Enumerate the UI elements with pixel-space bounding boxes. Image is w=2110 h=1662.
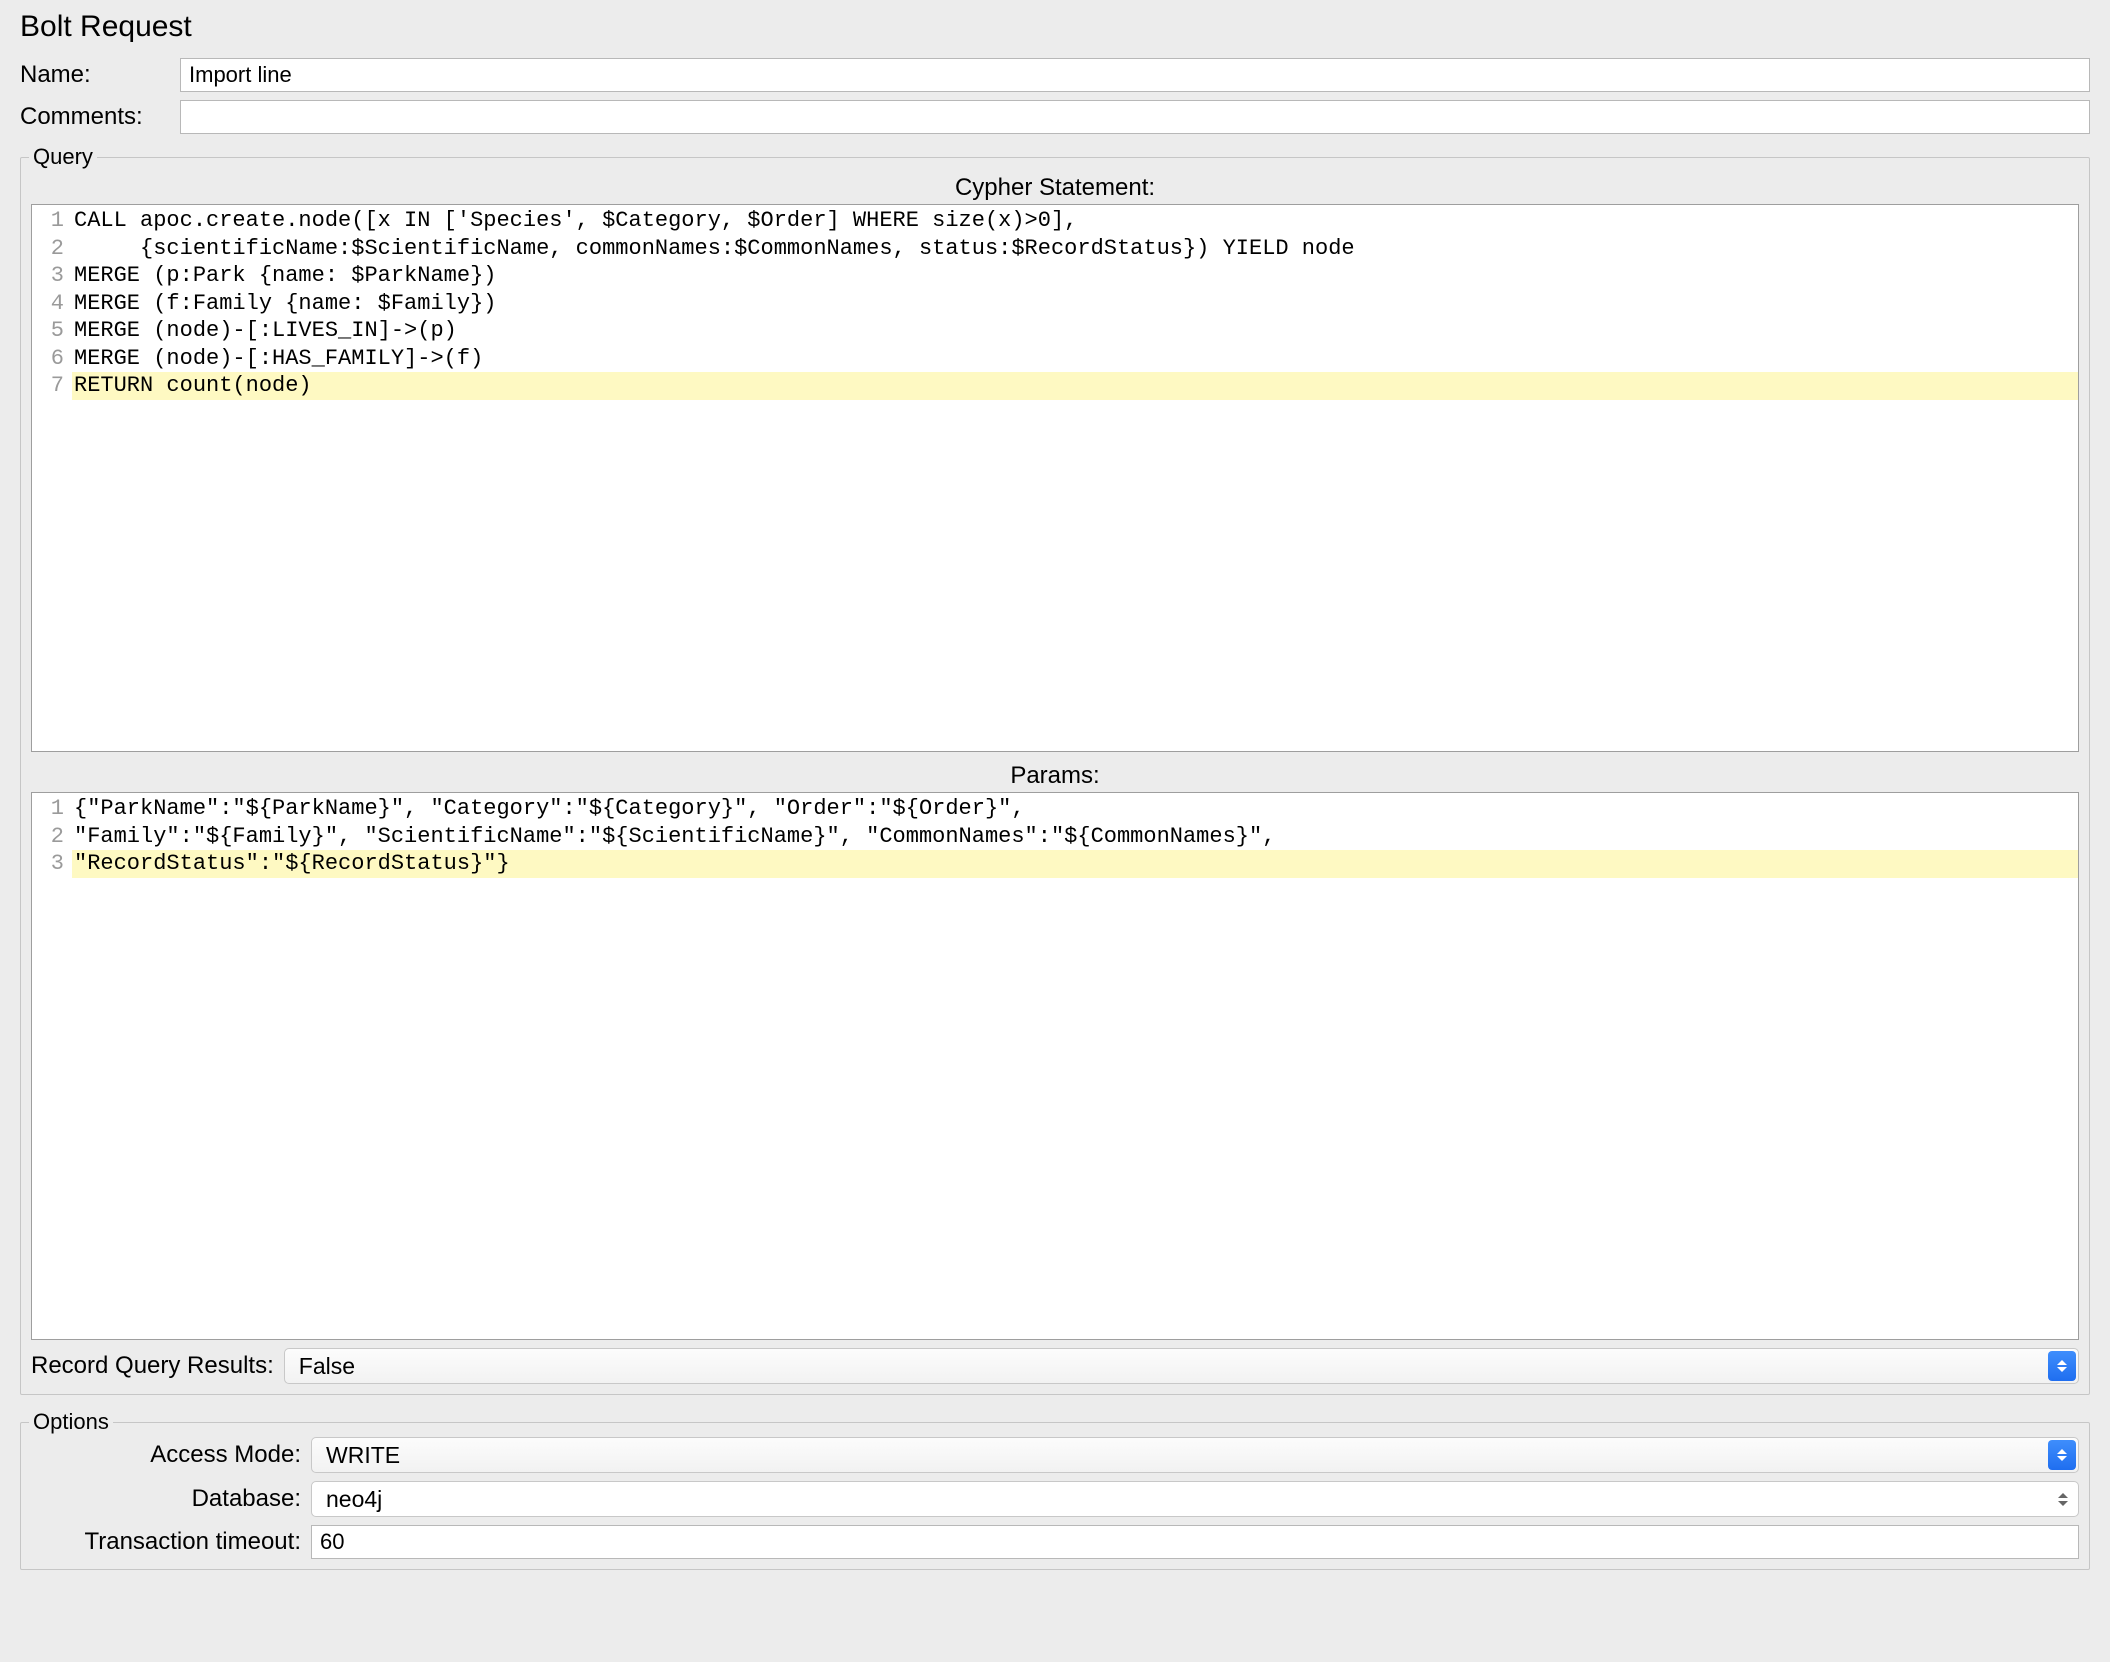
code-line[interactable]: 6MERGE (node)-[:HAS_FAMILY]->(f)	[32, 345, 2078, 373]
database-value: neo4j	[326, 1486, 382, 1513]
code-line[interactable]: 3"RecordStatus":"${RecordStatus}"}	[32, 850, 2078, 878]
access-mode-select[interactable]: WRITE	[311, 1437, 2079, 1473]
params-header: Params:	[31, 758, 2079, 792]
timeout-label: Transaction timeout:	[31, 1528, 311, 1556]
stepper-icon	[2052, 1486, 2074, 1512]
cypher-header: Cypher Statement:	[31, 170, 2079, 204]
code-line[interactable]: 2"Family":"${Family}", "ScientificName":…	[32, 823, 2078, 851]
database-combo[interactable]: neo4j	[311, 1481, 2079, 1517]
line-number: 3	[32, 850, 72, 878]
code-line[interactable]: 1{"ParkName":"${ParkName}", "Category":"…	[32, 795, 2078, 823]
code-line[interactable]: 4MERGE (f:Family {name: $Family})	[32, 290, 2078, 318]
line-number: 2	[32, 235, 72, 263]
line-number: 2	[32, 823, 72, 851]
line-number: 3	[32, 262, 72, 290]
line-content: MERGE (f:Family {name: $Family})	[72, 290, 2078, 318]
line-number: 1	[32, 795, 72, 823]
line-content: RETURN count(node)	[72, 372, 2078, 400]
line-number: 7	[32, 372, 72, 400]
record-results-select[interactable]: False	[284, 1348, 2079, 1384]
line-number: 4	[32, 290, 72, 318]
line-content: {"ParkName":"${ParkName}", "Category":"$…	[72, 795, 2078, 823]
line-number: 1	[32, 207, 72, 235]
options-legend: Options	[29, 1409, 113, 1435]
options-fieldset: Options Access Mode: WRITE Database: neo…	[20, 1409, 2090, 1570]
line-content: MERGE (node)-[:HAS_FAMILY]->(f)	[72, 345, 2078, 373]
code-line[interactable]: 7RETURN count(node)	[32, 372, 2078, 400]
dropdown-icon	[2048, 1351, 2076, 1381]
database-label: Database:	[31, 1485, 311, 1513]
query-fieldset: Query Cypher Statement: 1CALL apoc.creat…	[20, 144, 2090, 1395]
line-content: MERGE (node)-[:LIVES_IN]->(p)	[72, 317, 2078, 345]
name-label: Name:	[20, 61, 180, 89]
line-content: "RecordStatus":"${RecordStatus}"}	[72, 850, 2078, 878]
cypher-editor[interactable]: 1CALL apoc.create.node([x IN ['Species',…	[31, 204, 2079, 752]
dropdown-icon	[2048, 1440, 2076, 1470]
page-title: Bolt Request	[20, 10, 2090, 44]
record-results-label: Record Query Results:	[31, 1352, 284, 1380]
line-content: {scientificName:$ScientificName, commonN…	[72, 235, 2078, 263]
line-number: 5	[32, 317, 72, 345]
access-mode-value: WRITE	[326, 1442, 400, 1469]
line-content: CALL apoc.create.node([x IN ['Species', …	[72, 207, 2078, 235]
name-input[interactable]	[180, 58, 2090, 92]
access-mode-label: Access Mode:	[31, 1441, 311, 1469]
query-legend: Query	[29, 144, 97, 170]
params-editor[interactable]: 1{"ParkName":"${ParkName}", "Category":"…	[31, 792, 2079, 1340]
code-line[interactable]: 1CALL apoc.create.node([x IN ['Species',…	[32, 207, 2078, 235]
timeout-input[interactable]	[311, 1525, 2079, 1559]
line-content: "Family":"${Family}", "ScientificName":"…	[72, 823, 2078, 851]
code-line[interactable]: 2 {scientificName:$ScientificName, commo…	[32, 235, 2078, 263]
code-line[interactable]: 5MERGE (node)-[:LIVES_IN]->(p)	[32, 317, 2078, 345]
record-results-value: False	[299, 1353, 355, 1380]
line-content: MERGE (p:Park {name: $ParkName})	[72, 262, 2078, 290]
comments-label: Comments:	[20, 103, 180, 131]
comments-input[interactable]	[180, 100, 2090, 134]
line-number: 6	[32, 345, 72, 373]
code-line[interactable]: 3MERGE (p:Park {name: $ParkName})	[32, 262, 2078, 290]
